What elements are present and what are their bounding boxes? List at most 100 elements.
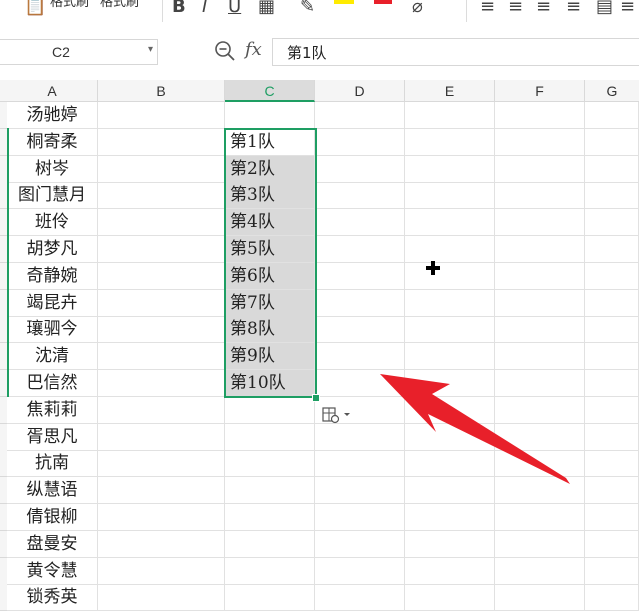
align-right-icon[interactable]: ≡: [536, 0, 551, 17]
team-cell[interactable]: 第3队: [225, 182, 315, 209]
empty-cell[interactable]: [98, 370, 225, 397]
empty-cell[interactable]: [315, 156, 405, 183]
empty-cell[interactable]: [585, 531, 639, 558]
name-cell[interactable]: 巴信然: [7, 370, 98, 397]
team-cell[interactable]: 第2队: [225, 156, 315, 183]
empty-cell[interactable]: [585, 290, 639, 317]
row-header[interactable]: [0, 450, 7, 477]
empty-cell[interactable]: [495, 477, 585, 504]
empty-cell[interactable]: [405, 316, 495, 343]
format-painter-button[interactable]: 格式刷: [100, 0, 139, 10]
row-header[interactable]: [0, 477, 7, 504]
empty-cell[interactable]: [495, 102, 585, 129]
team-cell[interactable]: 第8队: [225, 316, 315, 343]
empty-cell[interactable]: [98, 450, 225, 477]
empty-cell[interactable]: [315, 370, 405, 397]
empty-cell[interactable]: [315, 182, 405, 209]
row-header[interactable]: [0, 343, 7, 370]
row-header[interactable]: [0, 290, 7, 317]
fill-color-icon[interactable]: ✎: [300, 0, 315, 17]
empty-cell[interactable]: [225, 450, 315, 477]
empty-cell[interactable]: [98, 477, 225, 504]
empty-cell[interactable]: [585, 343, 639, 370]
empty-cell[interactable]: [315, 504, 405, 531]
row-header[interactable]: [0, 397, 7, 424]
empty-cell[interactable]: [405, 450, 495, 477]
empty-cell[interactable]: [98, 504, 225, 531]
name-cell[interactable]: 黄令慧: [7, 558, 98, 585]
empty-cell[interactable]: [405, 504, 495, 531]
empty-cell[interactable]: [225, 424, 315, 451]
empty-cell[interactable]: [585, 397, 639, 424]
row-header[interactable]: [0, 263, 7, 290]
empty-cell[interactable]: [315, 343, 405, 370]
row-header[interactable]: [0, 316, 7, 343]
name-cell[interactable]: 班伶: [7, 209, 98, 236]
row-header[interactable]: [0, 236, 7, 263]
empty-cell[interactable]: [98, 182, 225, 209]
fill-handle[interactable]: [312, 394, 320, 402]
row-header[interactable]: [0, 531, 7, 558]
empty-cell[interactable]: [495, 316, 585, 343]
empty-cell[interactable]: [495, 558, 585, 585]
empty-cell[interactable]: [495, 343, 585, 370]
empty-cell[interactable]: [495, 450, 585, 477]
name-cell[interactable]: 竭昆卉: [7, 290, 98, 317]
column-header-c[interactable]: C: [225, 80, 315, 102]
empty-cell[interactable]: [98, 584, 225, 611]
empty-cell[interactable]: [315, 531, 405, 558]
bold-icon[interactable]: B: [172, 0, 186, 17]
underline-icon[interactable]: U: [228, 0, 241, 17]
empty-cell[interactable]: [98, 343, 225, 370]
empty-cell[interactable]: [315, 236, 405, 263]
empty-cell[interactable]: [405, 156, 495, 183]
empty-cell[interactable]: [495, 209, 585, 236]
empty-cell[interactable]: [585, 450, 639, 477]
empty-cell[interactable]: [315, 290, 405, 317]
empty-cell[interactable]: [405, 182, 495, 209]
empty-cell[interactable]: [585, 236, 639, 263]
empty-cell[interactable]: [315, 209, 405, 236]
wrap-icon[interactable]: ≡: [620, 0, 635, 17]
empty-cell[interactable]: [495, 424, 585, 451]
name-cell[interactable]: 树岑: [7, 156, 98, 183]
empty-cell[interactable]: [98, 209, 225, 236]
empty-cell[interactable]: [405, 343, 495, 370]
empty-cell[interactable]: [495, 397, 585, 424]
empty-cell[interactable]: [585, 263, 639, 290]
justify-icon[interactable]: ≡: [566, 0, 581, 17]
empty-cell[interactable]: [225, 504, 315, 531]
zoom-icon[interactable]: [214, 40, 236, 62]
empty-cell[interactable]: [225, 558, 315, 585]
empty-cell[interactable]: [315, 424, 405, 451]
name-cell[interactable]: 胡梦凡: [7, 236, 98, 263]
empty-cell[interactable]: [585, 370, 639, 397]
team-cell[interactable]: 第1队: [225, 129, 315, 156]
team-cell[interactable]: 第6队: [225, 263, 315, 290]
name-cell[interactable]: 锁秀英: [7, 584, 98, 611]
empty-cell[interactable]: [98, 236, 225, 263]
empty-cell[interactable]: [315, 316, 405, 343]
row-header[interactable]: [0, 102, 7, 129]
row-header[interactable]: [0, 584, 7, 611]
empty-cell[interactable]: [315, 450, 405, 477]
empty-cell[interactable]: [315, 129, 405, 156]
align-center-icon[interactable]: ≡: [508, 0, 523, 17]
paste-options-icon[interactable]: [320, 404, 352, 426]
empty-cell[interactable]: [98, 424, 225, 451]
empty-cell[interactable]: [405, 263, 495, 290]
empty-cell[interactable]: [585, 558, 639, 585]
empty-cell[interactable]: [405, 290, 495, 317]
row-header[interactable]: [0, 209, 7, 236]
column-header-d[interactable]: D: [315, 80, 405, 102]
row-header[interactable]: [0, 424, 7, 451]
empty-cell[interactable]: [405, 102, 495, 129]
name-cell[interactable]: 胥思凡: [7, 424, 98, 451]
row-header[interactable]: [0, 182, 7, 209]
empty-cell[interactable]: [495, 531, 585, 558]
empty-cell[interactable]: [585, 424, 639, 451]
empty-cell[interactable]: [405, 584, 495, 611]
empty-cell[interactable]: [585, 102, 639, 129]
empty-cell[interactable]: [585, 584, 639, 611]
empty-cell[interactable]: [405, 209, 495, 236]
